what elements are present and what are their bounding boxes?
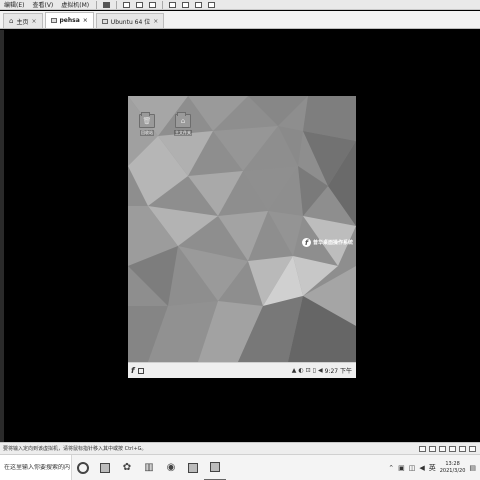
manage-snapshots-icon[interactable] xyxy=(149,1,157,8)
network-icon[interactable]: ◫ xyxy=(409,464,416,472)
taskbar-app-1[interactable]: ✿ xyxy=(116,455,138,480)
tab-home[interactable]: ⌂ 主页 × xyxy=(3,13,43,28)
trash-icon: 🗑 xyxy=(139,112,155,128)
tab-strip: ⌂ 主页 × pehsa × Ubuntu 64 位 × xyxy=(0,11,480,29)
guest-taskbar: f ▲ ◐ ⊡ ▯ ◀ 9:27 下午 xyxy=(128,362,356,378)
cortana-icon xyxy=(77,461,89,474)
ime-indicator[interactable]: 英 xyxy=(429,463,436,473)
desktop-icon-trash[interactable]: 🗑 回收站 xyxy=(136,112,158,136)
volume-icon[interactable]: ◀ xyxy=(318,367,323,374)
tab-label: 主页 xyxy=(16,18,29,26)
home-icon: ⌂ xyxy=(9,17,14,25)
clock-date: 2021/3/20 xyxy=(439,467,466,474)
brand-logo-icon: f xyxy=(302,238,311,247)
desktop-icon-label: 主文件夹 xyxy=(174,130,192,136)
host-menu-bar: 编辑(E) 查看(V) 虚拟机(M) xyxy=(0,0,480,10)
taskbar-app-2[interactable]: ▥ xyxy=(138,455,160,480)
search-input[interactable] xyxy=(4,464,70,471)
vm-icon xyxy=(101,18,108,24)
host-status-bar: 要将输入定向到该虚拟机，请将鼠标指针移入其中或按 Ctrl+G。 xyxy=(0,442,480,454)
sound-card-icon[interactable] xyxy=(459,445,466,452)
brand-text: 普华桌面操作系统 xyxy=(313,240,354,246)
hard-disk-icon[interactable] xyxy=(419,445,426,452)
device-icons xyxy=(419,445,476,452)
menu-separator xyxy=(96,0,98,9)
taskbar-app-edge[interactable]: ◉ xyxy=(160,455,182,480)
clock-time: 13:28 xyxy=(445,460,460,467)
desktop-icon-label: 回收站 xyxy=(140,130,154,136)
app-icon: ▥ xyxy=(144,462,154,473)
browser-icon: ◉ xyxy=(166,462,176,473)
menu-view[interactable]: 查看(V) xyxy=(28,0,57,9)
taskbar-app-3[interactable] xyxy=(182,455,204,480)
cd-dvd-icon[interactable] xyxy=(429,445,436,452)
network-icon[interactable]: ⊡ xyxy=(306,367,311,374)
menu-vm[interactable]: 虚拟机(M) xyxy=(57,0,93,9)
desktop-icon-home-folder[interactable]: ⌂ 主文件夹 xyxy=(172,112,194,136)
tab-label: Ubuntu 64 位 xyxy=(110,18,151,26)
cortana-button[interactable] xyxy=(72,455,94,480)
stretch-icon[interactable] xyxy=(208,1,216,8)
vmware-icon xyxy=(210,461,220,472)
vm-icon xyxy=(50,18,57,23)
unity-icon[interactable] xyxy=(182,1,190,8)
taskbar-search[interactable] xyxy=(0,454,72,480)
power-icon[interactable] xyxy=(103,1,111,8)
task-view-button[interactable] xyxy=(94,455,116,480)
close-icon[interactable]: × xyxy=(83,17,88,24)
tab-pehsa[interactable]: pehsa × xyxy=(44,12,94,28)
notification-center-icon[interactable]: ▤ xyxy=(469,464,476,472)
brand-watermark: f 普华桌面操作系统 xyxy=(302,238,353,247)
app-icon: ✿ xyxy=(122,462,132,473)
battery-icon[interactable]: ▯ xyxy=(313,367,316,374)
polygon-wallpaper xyxy=(128,96,356,378)
network-adapter-icon[interactable] xyxy=(439,445,446,452)
app-icon xyxy=(188,462,198,473)
guest-clock[interactable]: 9:27 下午 xyxy=(325,366,352,375)
menu-edit[interactable]: 编辑(E) xyxy=(0,0,28,9)
fullscreen-icon[interactable] xyxy=(169,1,177,8)
system-tray: ⌃ ▣ ◫ ◀ 英 13:28 2021/3/20 ▤ xyxy=(388,461,480,475)
close-icon[interactable]: × xyxy=(153,18,158,25)
display-icon[interactable] xyxy=(469,445,476,452)
volume-icon[interactable]: ◀ xyxy=(419,464,424,472)
left-library-edge xyxy=(0,30,4,442)
taskbar-app-vmware[interactable] xyxy=(204,455,226,480)
tab-ubuntu[interactable]: Ubuntu 64 位 × xyxy=(95,13,165,28)
windows-taskbar: ✿ ▥ ◉ ⌃ ▣ ◫ ◀ 英 13:28 2021/3/20 ▤ xyxy=(0,454,480,480)
tray-app-icon[interactable]: ▣ xyxy=(398,464,405,472)
status-hint: 要将输入定向到该虚拟机，请将鼠标指针移入其中或按 Ctrl+G。 xyxy=(3,446,147,452)
tab-label: pehsa xyxy=(59,17,80,24)
guest-system-tray: ▲ ◐ ⊡ ▯ ◀ 9:27 下午 xyxy=(292,366,352,375)
start-menu-button[interactable]: f xyxy=(131,366,134,375)
revert-snapshot-icon[interactable] xyxy=(136,1,144,8)
usb-icon[interactable] xyxy=(449,445,456,452)
home-folder-icon: ⌂ xyxy=(175,112,191,128)
console-view-icon[interactable] xyxy=(195,1,203,8)
snapshot-icon[interactable] xyxy=(123,1,131,8)
input-method-icon[interactable]: ▲ xyxy=(292,367,297,374)
show-desktop-icon[interactable] xyxy=(138,367,145,374)
guest-desktop[interactable]: 🗑 回收站 ⌂ 主文件夹 f 普华桌面操作系统 f ▲ ◐ ⊡ ▯ ◀ 9:27… xyxy=(128,96,356,378)
close-icon[interactable]: × xyxy=(31,18,36,25)
task-view-icon xyxy=(100,462,110,473)
menu-separator xyxy=(116,0,118,9)
show-hidden-icons-icon[interactable]: ⌃ xyxy=(388,464,394,472)
taskbar-clock[interactable]: 13:28 2021/3/20 xyxy=(440,461,466,475)
notification-icon[interactable]: ◐ xyxy=(298,367,303,374)
menu-separator xyxy=(162,0,164,9)
